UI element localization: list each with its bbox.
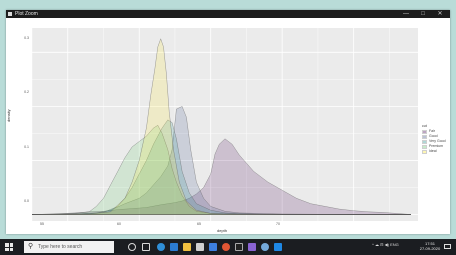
- legend-key-fair: [422, 129, 427, 134]
- mail-icon[interactable]: [170, 243, 178, 251]
- plot-zoom-window: Plot Zoom — □ ✕ 0.3 0.2 0.1 0.0 density …: [6, 10, 450, 234]
- y-tick-label: 0.0: [24, 199, 29, 203]
- edge-icon[interactable]: [157, 243, 165, 251]
- notification-icon[interactable]: [444, 243, 452, 250]
- y-tick-label: 0.1: [24, 145, 29, 149]
- x-axis-title: depth: [217, 228, 228, 233]
- search-placeholder: Type here to search: [38, 244, 83, 250]
- y-tick-label: 0.2: [24, 90, 29, 94]
- window-title: Plot Zoom: [15, 11, 38, 17]
- x-tick-label: 65: [197, 222, 201, 226]
- density-plot: [32, 28, 418, 221]
- task-view-icon[interactable]: [142, 243, 150, 251]
- minimize-button[interactable]: —: [398, 10, 414, 18]
- chrome-icon[interactable]: [222, 243, 230, 251]
- windows-start-button[interactable]: [5, 243, 13, 251]
- legend-key-ideal: [422, 149, 427, 154]
- clock-date: 27-09-2020: [419, 246, 441, 251]
- legend-key-very-good: [422, 139, 427, 144]
- x-tick-label: 60: [117, 222, 121, 226]
- terminal-icon[interactable]: [235, 243, 243, 251]
- y-axis-title: density: [6, 109, 11, 122]
- vscode-icon[interactable]: [274, 243, 282, 251]
- r-app-icon: [8, 12, 12, 16]
- app-icon[interactable]: [248, 243, 256, 251]
- legend-key-premium: [422, 144, 427, 149]
- search-icon: ⚲: [28, 243, 34, 250]
- title-bar[interactable]: Plot Zoom — □ ✕: [6, 10, 450, 18]
- rstudio-icon[interactable]: [261, 243, 269, 251]
- legend-item: Ideal: [422, 149, 448, 154]
- file-explorer-icon[interactable]: [183, 243, 191, 251]
- system-tray[interactable]: ^ ☁ ⊟ ◀) ENG: [372, 242, 399, 247]
- taskbar-clock[interactable]: 17:51 27-09-2020: [419, 241, 441, 251]
- density-chart-svg: [32, 28, 418, 221]
- x-tick-label: 70: [276, 222, 280, 226]
- taskbar: ⚲ Type here to search ^ ☁ ⊟ ◀) ENG 17:51…: [0, 239, 456, 255]
- maximize-button[interactable]: □: [415, 10, 431, 18]
- y-tick-label: 0.3: [24, 36, 29, 40]
- close-button[interactable]: ✕: [432, 10, 448, 18]
- store-icon[interactable]: [196, 243, 204, 251]
- x-tick-label: 55: [40, 222, 44, 226]
- taskbar-search-box[interactable]: ⚲ Type here to search: [24, 241, 114, 253]
- legend-label: Ideal: [429, 149, 437, 153]
- legend-title: cut: [422, 124, 427, 128]
- app-icon[interactable]: [209, 243, 217, 251]
- legend-key-good: [422, 134, 427, 139]
- legend: cut Fair Good Very Good Premium Ideal: [422, 124, 448, 162]
- cortana-icon[interactable]: [128, 243, 136, 251]
